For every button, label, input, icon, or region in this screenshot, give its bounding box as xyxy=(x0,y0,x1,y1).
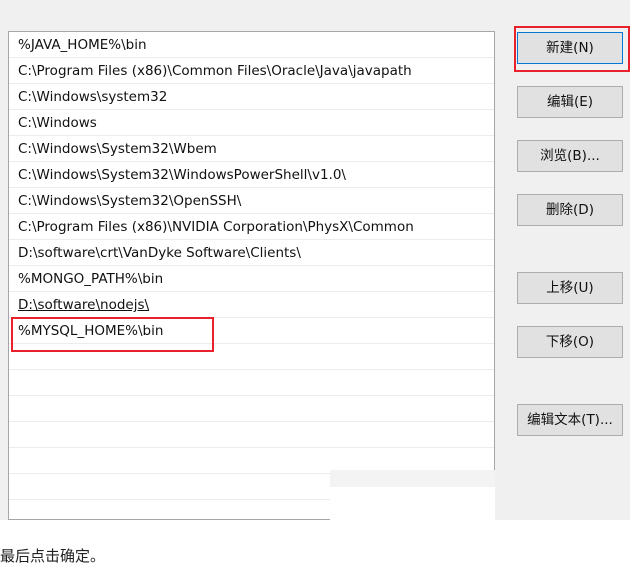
path-list-item[interactable]: %JAVA_HOME%\bin xyxy=(9,32,494,58)
path-list-item[interactable]: C:\Windows\system32 xyxy=(9,84,494,110)
path-list-item[interactable]: D:\software\crt\VanDyke Software\Clients… xyxy=(9,240,494,266)
cropped-area xyxy=(330,487,495,520)
path-list-item-text: D:\software\nodejs\ xyxy=(18,297,150,313)
path-list-item[interactable]: C:\Windows\System32\Wbem xyxy=(9,136,494,162)
instruction-caption: 最后点击确定。 xyxy=(0,547,106,565)
path-list-item-text: C:\Windows\System32\WindowsPowerShell\v1… xyxy=(18,167,346,183)
edit-text-button[interactable]: 编辑文本(T)... xyxy=(517,404,623,436)
path-list-item[interactable]: C:\Windows\System32\WindowsPowerShell\v1… xyxy=(9,162,494,188)
path-list-item-text: C:\Windows\System32\Wbem xyxy=(18,141,217,157)
path-list-item-text: C:\Windows\System32\OpenSSH\ xyxy=(18,193,242,209)
browse-button[interactable]: 浏览(B)... xyxy=(517,140,623,172)
path-list-item-text: C:\Program Files (x86)\Common Files\Orac… xyxy=(18,63,412,79)
path-list-item[interactable]: D:\software\nodejs\ xyxy=(9,292,494,318)
path-list-item[interactable]: C:\Program Files (x86)\NVIDIA Corporatio… xyxy=(9,214,494,240)
path-list-empty-row[interactable] xyxy=(9,344,494,370)
path-list-item-text: C:\Windows\system32 xyxy=(18,89,168,105)
edit-button[interactable]: 编辑(E) xyxy=(517,86,623,118)
path-list-item-text: %MYSQL_HOME%\bin xyxy=(18,323,164,339)
move-up-button[interactable]: 上移(U) xyxy=(517,272,623,304)
delete-button[interactable]: 删除(D) xyxy=(517,194,623,226)
path-list-item-text: C:\Program Files (x86)\NVIDIA Corporatio… xyxy=(18,219,414,235)
move-down-button[interactable]: 下移(O) xyxy=(517,326,623,358)
path-list-item-text: D:\software\crt\VanDyke Software\Clients… xyxy=(18,245,301,261)
path-list-item-text: %MONGO_PATH%\bin xyxy=(18,271,164,287)
path-list-item[interactable]: C:\Windows xyxy=(9,110,494,136)
path-list-item[interactable]: C:\Windows\System32\OpenSSH\ xyxy=(9,188,494,214)
path-list-item[interactable]: %MONGO_PATH%\bin xyxy=(9,266,494,292)
environment-variable-dialog: %JAVA_HOME%\bin C:\Program Files (x86)\C… xyxy=(0,0,630,520)
path-list[interactable]: %JAVA_HOME%\bin C:\Program Files (x86)\C… xyxy=(8,31,495,520)
new-button[interactable]: 新建(N) xyxy=(517,32,623,64)
path-list-empty-row[interactable] xyxy=(9,422,494,448)
cropped-area xyxy=(330,470,495,487)
path-list-item-text: %JAVA_HOME%\bin xyxy=(18,37,147,53)
path-list-empty-row[interactable] xyxy=(9,370,494,396)
path-list-item-text: C:\Windows xyxy=(18,115,97,131)
path-list-item[interactable]: C:\Program Files (x86)\Common Files\Orac… xyxy=(9,58,494,84)
path-list-item-new-entry[interactable]: %MYSQL_HOME%\bin xyxy=(9,318,494,344)
path-list-empty-row[interactable] xyxy=(9,396,494,422)
